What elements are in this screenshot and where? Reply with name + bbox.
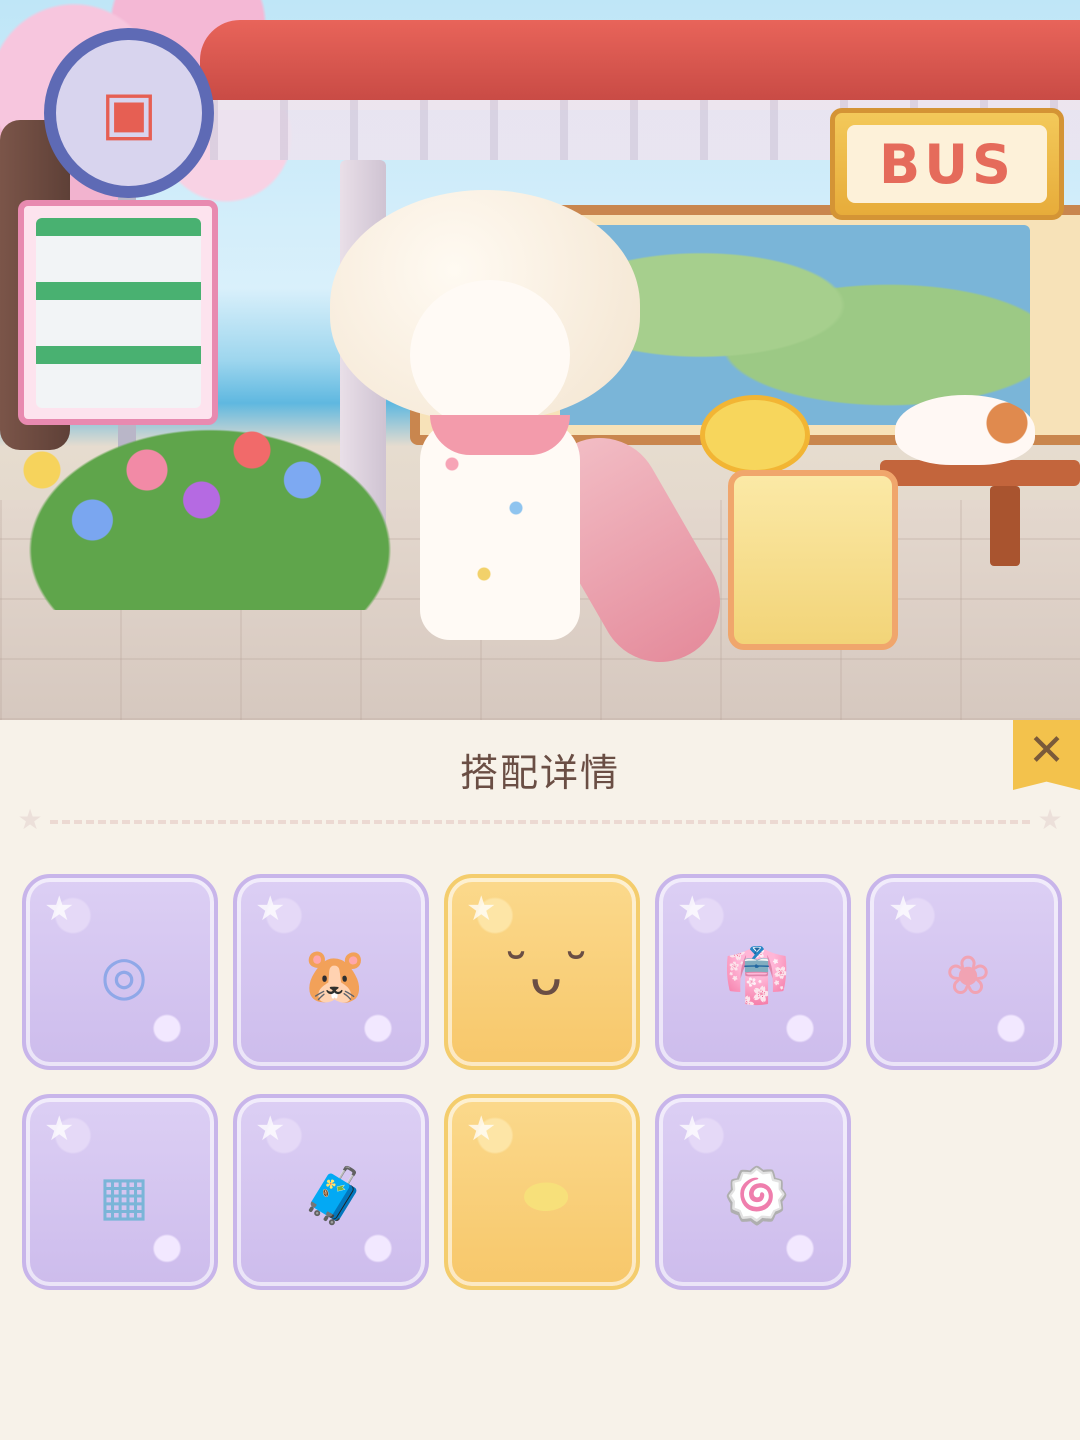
item-glyph: 🐹 <box>301 944 369 1007</box>
dashed-divider <box>50 820 1030 824</box>
star-icon: ★ <box>466 889 497 929</box>
star-icon: ★ <box>255 1109 286 1149</box>
item-slot[interactable]: ★ 🐹 <box>233 874 429 1070</box>
item-glyph: ❀ <box>945 944 991 1007</box>
star-icon: ★ <box>1037 803 1063 836</box>
star-icon: ★ <box>255 889 286 929</box>
swiss-roll-icon: 🍥 <box>707 1146 807 1246</box>
item-glyph: ˘ᴗ˘ <box>502 944 590 1007</box>
suitcase-icon: 🧳 <box>285 1146 385 1246</box>
hat-prop <box>700 395 810 475</box>
pink-hair-icon: ❀ <box>918 926 1018 1026</box>
close-button[interactable]: ✕ <box>1013 720 1080 790</box>
dressed-character[interactable] <box>330 190 660 670</box>
bus-stop-sign: ▣ <box>44 28 214 198</box>
timetable-rows <box>36 218 201 408</box>
panel-title: 搭配详情 <box>459 751 620 795</box>
star-icon: ★ <box>677 1109 708 1149</box>
item-glyph: ⬬ <box>522 1164 570 1227</box>
star-icon: ★ <box>677 889 708 929</box>
ripple-effect-icon: ◎ <box>74 926 174 1026</box>
star-icon: ★ <box>466 1109 497 1149</box>
star-icon: ★ <box>17 803 43 836</box>
star-icon: ★ <box>44 889 75 929</box>
bus-stop-background-icon: ▦ <box>74 1146 174 1246</box>
star-icon: ★ <box>888 889 919 929</box>
item-slot[interactable]: ★ ◎ <box>22 874 218 1070</box>
pajama-outfit-icon: 👘 <box>707 926 807 1026</box>
star-icon: ★ <box>44 1109 75 1149</box>
item-glyph: ▦ <box>98 1164 150 1227</box>
item-slot[interactable]: ★ 👘 <box>655 874 851 1070</box>
yellow-pillow-icon: ⬬ <box>496 1146 596 1246</box>
bus-sign: BUS <box>830 108 1064 220</box>
bus-icon: ▣ <box>100 78 158 148</box>
outfit-detail-screen: BUS ▣ 搭配详情 ✕ ★ ★ ★ ◎ ★ 🐹 ★ ˘ᴗ˘ ★ 👘 ★ ❀ ★ ▦ ★ 🧳 <box>0 0 1080 1440</box>
item-glyph: 👘 <box>723 944 791 1007</box>
item-glyph: 🍥 <box>723 1164 791 1227</box>
outfit-detail-panel: 搭配详情 ✕ ★ ★ ★ ◎ ★ 🐹 ★ ˘ᴗ˘ ★ 👘 ★ ❀ ★ ▦ ★ 🧳 ★ ⬬ ★ 🍥 <box>0 720 1080 1440</box>
item-slot[interactable]: ★ 🧳 <box>233 1094 429 1290</box>
item-slot[interactable]: ★ ˘ᴗ˘ <box>444 874 640 1070</box>
item-slot[interactable]: ★ ⬬ <box>444 1094 640 1290</box>
item-slot[interactable]: ★ 🍥 <box>655 1094 851 1290</box>
character-face <box>410 280 570 430</box>
close-icon: ✕ <box>1028 725 1065 776</box>
item-slot[interactable]: ★ ❀ <box>866 874 1062 1070</box>
item-slot[interactable]: ★ ▦ <box>22 1094 218 1290</box>
character-bib <box>430 415 570 455</box>
bus-shelter-roof <box>200 20 1080 100</box>
item-glyph: 🧳 <box>301 1164 369 1227</box>
item-glyph: ◎ <box>100 944 148 1007</box>
bench-leg <box>990 486 1020 566</box>
character-scene: BUS ▣ <box>0 0 1080 720</box>
sleeping-cat <box>895 395 1035 465</box>
suitcase-prop <box>728 470 898 650</box>
timetable-board <box>18 200 218 425</box>
sleepy-face-icon: ˘ᴗ˘ <box>496 926 596 1026</box>
hamster-sticker-icon: 🐹 <box>285 926 385 1026</box>
bus-sign-label: BUS <box>847 125 1047 203</box>
